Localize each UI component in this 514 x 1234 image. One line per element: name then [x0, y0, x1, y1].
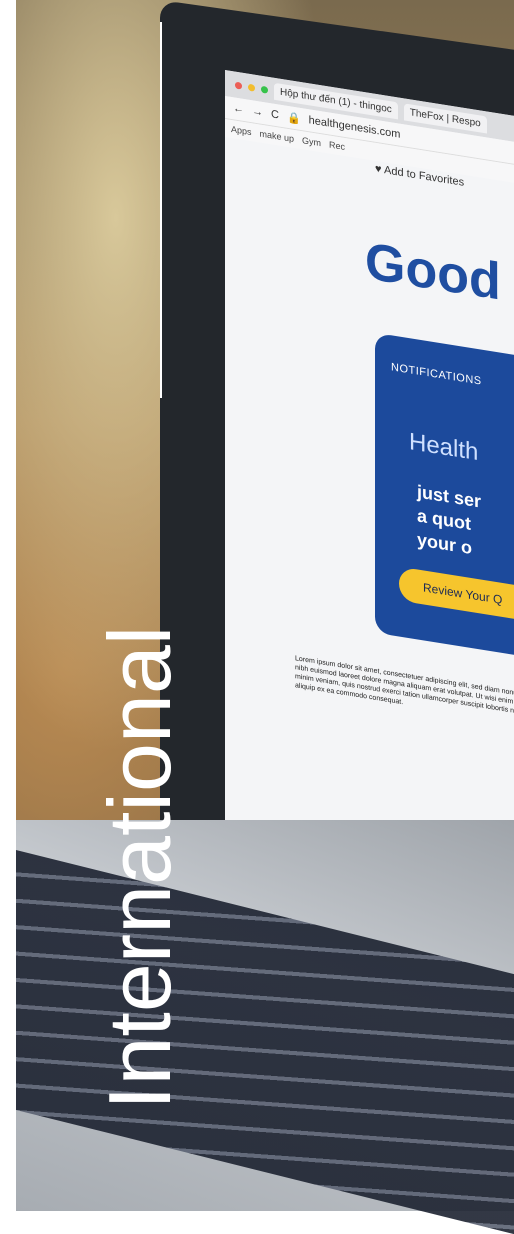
- card-label: NOTIFICATIONS: [391, 361, 482, 388]
- bookmark-make-up[interactable]: make up: [260, 128, 295, 143]
- page-headline: Good: [365, 232, 501, 312]
- reload-icon[interactable]: C: [271, 108, 279, 121]
- vertical-title-text: International: [90, 625, 189, 1110]
- heart-icon: ♥: [375, 162, 382, 176]
- back-arrow-icon[interactable]: ←: [233, 102, 244, 116]
- minimize-dot-icon: [248, 83, 255, 92]
- close-dot-icon: [235, 81, 242, 90]
- card-message: just ser a quot your o: [417, 479, 481, 561]
- laptop-screen: Hộp thư đến (1) - thingoc TheFox | Respo…: [225, 70, 514, 878]
- notification-card: NOTIFICATIONS Health just ser a quot you…: [375, 332, 514, 674]
- vertical-divider-line: [160, 22, 162, 398]
- card-brand: Health: [409, 428, 479, 467]
- lorem-paragraph: Lorem ipsum dolor sit amet, consectetuer…: [295, 655, 514, 718]
- lock-icon: 🔒: [286, 111, 301, 126]
- forward-arrow-icon[interactable]: →: [252, 105, 263, 119]
- bookmark-apps[interactable]: Apps: [231, 124, 252, 137]
- bookmark-rec[interactable]: Rec: [329, 139, 345, 152]
- left-margin-strip: [0, 0, 16, 1211]
- review-quote-button[interactable]: Review Your Q: [399, 566, 514, 636]
- maximize-dot-icon: [261, 85, 268, 94]
- bookmark-gym[interactable]: Gym: [302, 135, 321, 148]
